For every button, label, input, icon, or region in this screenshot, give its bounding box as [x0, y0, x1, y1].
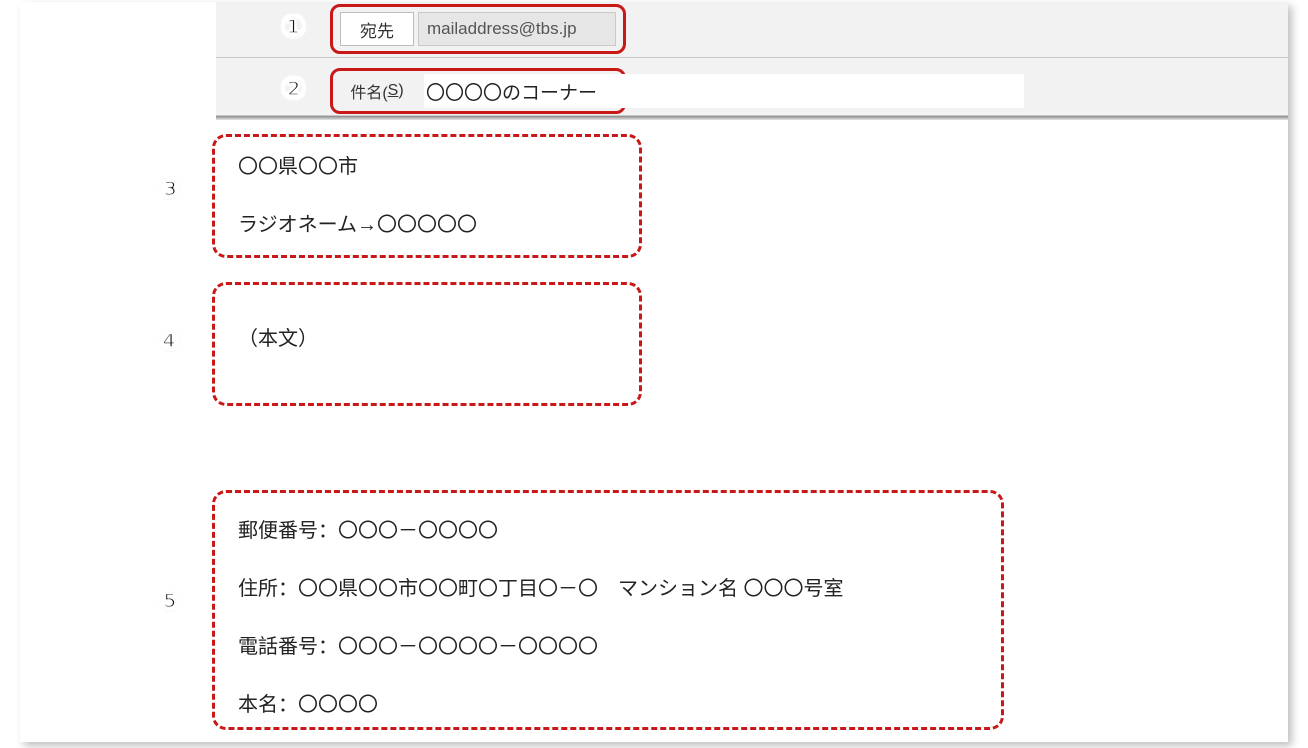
- to-address-text: mailaddress@tbs.jp: [427, 19, 577, 39]
- annotation-number-4: ④: [156, 324, 183, 359]
- section5-line2: 住所：〇〇県〇〇市〇〇町〇丁目〇－〇 マンション名 〇〇〇号室: [238, 572, 844, 601]
- subject-label-pre: 件名(: [350, 79, 387, 103]
- section5-line3: 電話番号：〇〇〇－〇〇〇〇－〇〇〇〇: [238, 630, 598, 659]
- annotation-number-2: ②: [280, 72, 307, 107]
- document-frame: ① ② ③ ④ ⑤ 宛先 mailaddress@tbs.jp 件名(S) 〇〇…: [20, 2, 1288, 742]
- subject-label-key: S: [388, 82, 399, 100]
- subject-label-post: ): [398, 82, 403, 100]
- annotation-number-1: ①: [280, 10, 307, 45]
- subject-label: 件名(S): [340, 74, 414, 108]
- annotation-number-3: ③: [156, 172, 183, 207]
- annotation-number-5: ⑤: [156, 584, 183, 619]
- section3-line2: ラジオネーム→〇〇〇〇〇: [238, 208, 477, 237]
- section3-line1: 〇〇県〇〇市: [238, 150, 358, 179]
- section5-line1: 郵便番号：〇〇〇－〇〇〇〇: [238, 514, 498, 543]
- to-button[interactable]: 宛先: [340, 12, 414, 46]
- subject-input[interactable]: [424, 74, 1024, 108]
- header-divider: [216, 116, 1288, 120]
- to-address-chip[interactable]: mailaddress@tbs.jp: [418, 12, 616, 46]
- to-label-text: 宛先: [360, 17, 394, 42]
- section4-line1: （本文）: [238, 322, 318, 351]
- section5-line4: 本名：〇〇〇〇: [238, 688, 378, 717]
